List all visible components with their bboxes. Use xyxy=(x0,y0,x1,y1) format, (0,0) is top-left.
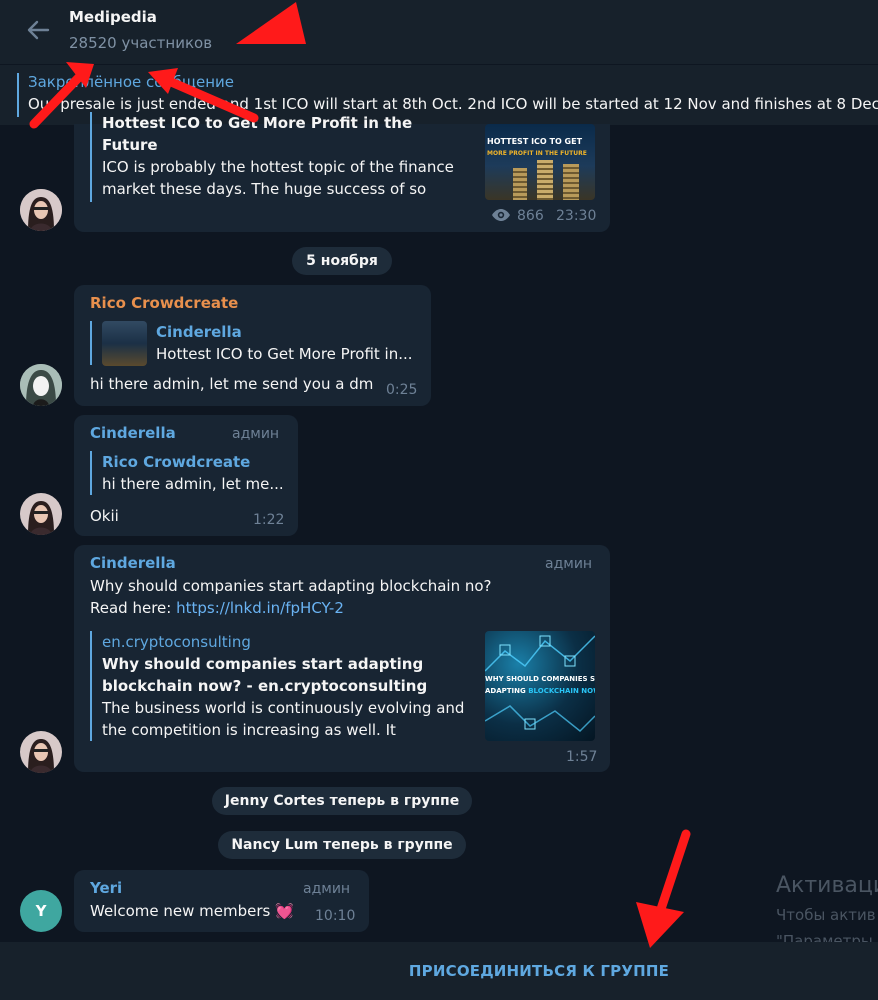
back-button[interactable] xyxy=(22,14,54,46)
message-text: Welcome new members 💓 xyxy=(90,902,294,920)
avatar-cinderella[interactable] xyxy=(20,731,62,773)
thumb-text-2: MORE PROFIT IN THE FUTURE xyxy=(487,150,587,157)
join-group-button[interactable]: ПРИСОЕДИНИТЬСЯ К ГРУППЕ xyxy=(0,942,878,1000)
chat-title[interactable]: Medipedia xyxy=(69,8,157,26)
admin-badge: админ xyxy=(303,881,351,897)
service-message-join: Nancy Lum теперь в группе xyxy=(218,831,466,859)
avatar-cinderella[interactable] xyxy=(20,493,62,535)
sender-name[interactable]: Yeri xyxy=(90,879,122,897)
coin-stack-2 xyxy=(537,160,553,200)
sender-name[interactable]: Rico Crowdcreate xyxy=(90,294,238,312)
message-text-line2: Read here: https://lnkd.in/fpHCY-2 xyxy=(90,597,344,619)
message-cinderella-okii[interactable]: Cinderella админ Rico Crowdcreate hi the… xyxy=(74,415,298,536)
message-text: hi there admin, let me send you a dm xyxy=(90,375,374,393)
windows-activation-text: Чтобы актив xyxy=(776,906,876,924)
views-icon xyxy=(492,209,510,221)
preview-title: Why should companies start adapting bloc… xyxy=(102,655,428,695)
user-photo-icon xyxy=(20,493,62,535)
thumb-text-1: HOTTEST ICO TO GET xyxy=(487,137,583,146)
admin-badge: админ xyxy=(545,556,593,572)
coin-stack-3 xyxy=(563,164,579,200)
message-time: 23:30 xyxy=(556,208,597,224)
annotation-arrow-icon xyxy=(636,829,691,948)
arrow-left-icon xyxy=(27,20,50,40)
message-time: 1:57 xyxy=(566,749,598,765)
preview-text: ICO is probably the hottest topic of the… xyxy=(102,158,454,198)
chat-header: Medipedia 28520 участников xyxy=(0,0,878,64)
admin-badge: админ xyxy=(232,426,280,442)
annotation-arrow-icon xyxy=(29,62,94,129)
link-preview[interactable]: en.cryptoconsulting Why should companies… xyxy=(90,631,472,741)
user-photo-icon xyxy=(20,189,62,231)
user-photo-icon xyxy=(20,731,62,773)
message-yeri[interactable]: Yeri админ Welcome new members 💓 10:10 xyxy=(74,870,369,932)
avatar-rico[interactable] xyxy=(20,364,62,406)
message-link[interactable]: https://lnkd.in/fpHCY-2 xyxy=(176,599,344,617)
preview-text: The business world is continuously evolv… xyxy=(102,699,465,739)
reply-text: hi there admin, let me... xyxy=(102,475,284,493)
reply-name: Rico Crowdcreate xyxy=(102,453,251,471)
read-here-label: Read here: xyxy=(90,599,177,617)
reply-quote[interactable]: Cinderella Hottest ICO to Get More Profi… xyxy=(156,321,413,365)
message-time: 0:25 xyxy=(386,382,418,398)
avatar-yeri[interactable]: Y xyxy=(20,890,62,932)
bottom-bar: ПРИСОЕДИНИТЬСЯ К ГРУППЕ xyxy=(0,942,878,1000)
sender-name[interactable]: Cinderella xyxy=(90,554,176,572)
date-separator: 5 ноября xyxy=(292,247,392,275)
pinned-accent-bar xyxy=(17,73,19,117)
blockchain-pattern-icon xyxy=(485,635,595,733)
sender-name[interactable]: Cinderella xyxy=(90,424,176,442)
message-rico[interactable]: Rico Crowdcreate Cinderella Hottest ICO … xyxy=(74,285,431,406)
annotation-arrow-icon xyxy=(236,2,306,44)
message-time: 1:22 xyxy=(253,512,285,528)
message-time: 10:10 xyxy=(315,908,356,924)
view-count: 866 xyxy=(517,208,544,224)
reply-name: Cinderella xyxy=(156,323,242,341)
avatar-letter: Y xyxy=(35,902,47,920)
reply-accent-bar xyxy=(90,321,92,365)
message-text-line1: Why should companies start adapting bloc… xyxy=(90,577,492,595)
thumb-text-2: ADAPTING BLOCKCHAIN NOW? xyxy=(485,687,595,695)
preview-image[interactable]: WHY SHOULD COMPANIES START ADAPTING BLOC… xyxy=(485,631,595,741)
message-text: Okii xyxy=(90,507,119,525)
member-count: 28520 участников xyxy=(69,34,213,52)
service-message-join: Jenny Cortes теперь в группе xyxy=(212,787,472,815)
thumb-text-2a: ADAPTING xyxy=(485,687,529,695)
message-cinderella-ico[interactable]: Hottest ICO to Get More Profit in the Fu… xyxy=(74,112,610,232)
reply-thumbnail xyxy=(102,321,147,366)
reply-quote[interactable]: Rico Crowdcreate hi there admin, let me.… xyxy=(90,451,284,495)
preview-image[interactable]: HOTTEST ICO TO GET MORE PROFIT IN THE FU… xyxy=(485,124,595,200)
coin-stack-1 xyxy=(513,168,527,200)
annotation-arrow-icon xyxy=(148,68,259,123)
message-cinderella-blockchain[interactable]: Cinderella админ Why should companies st… xyxy=(74,545,610,772)
preview-site: en.cryptoconsulting xyxy=(102,633,251,651)
windows-activation-title: Активаци xyxy=(776,873,878,898)
thumb-text-2b: BLOCKCHAIN NOW? xyxy=(528,687,595,695)
thumb-text-1: WHY SHOULD COMPANIES START xyxy=(485,675,595,683)
user-photo-icon xyxy=(20,364,62,406)
reply-text: Hottest ICO to Get More Profit in... xyxy=(156,345,413,363)
avatar-cinderella[interactable] xyxy=(20,189,62,231)
